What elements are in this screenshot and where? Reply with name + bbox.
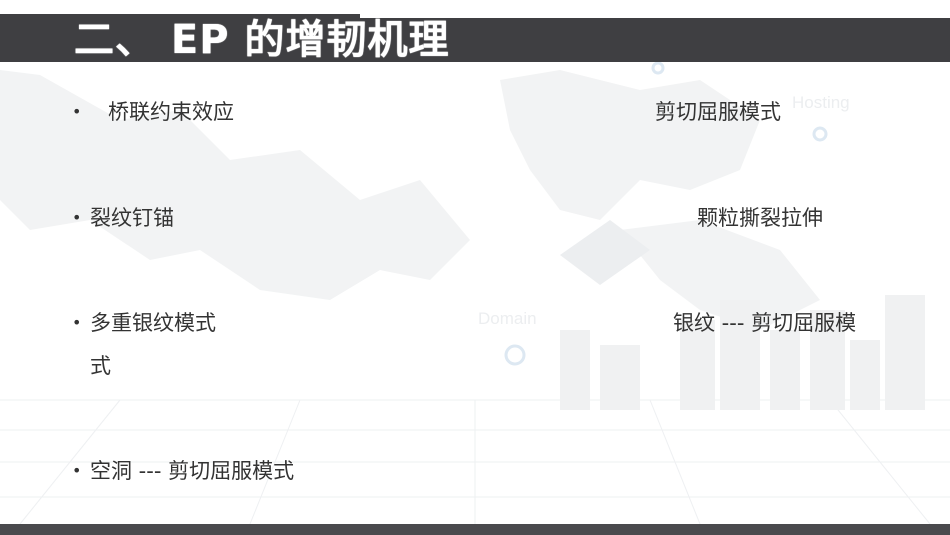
- right-item: 剪切屈服模式: [655, 100, 781, 124]
- background-word-domain: Domain: [478, 309, 537, 328]
- list-item: • 桥联约束效应: [72, 98, 234, 126]
- list-item-text: 多重银纹模式: [90, 311, 216, 335]
- right-item: 银纹 --- 剪切屈服模: [673, 311, 857, 335]
- footer-bar: [0, 524, 950, 535]
- right-item: 颗粒撕裂拉伸: [697, 206, 823, 230]
- bullet-icon: •: [72, 102, 82, 121]
- list-item: • 裂纹钉锚: [72, 204, 174, 232]
- background-word-hosting: Hosting: [792, 93, 850, 112]
- list-item: • 空洞 --- 剪切屈服模式: [72, 457, 294, 485]
- bullet-icon: •: [72, 208, 82, 227]
- list-item-text: 空洞 --- 剪切屈服模式: [90, 459, 295, 483]
- background-graphic: Domain Hosting: [0, 61, 950, 525]
- slide: { "slide": { "title": "二、 EP 的增韧机理", "le…: [0, 0, 950, 535]
- list-item-continuation: 式: [90, 354, 111, 378]
- bullet-icon: •: [72, 461, 82, 480]
- list-item: • 多重银纹模式: [72, 309, 216, 337]
- bullet-icon: •: [72, 313, 82, 332]
- slide-title: 二、 EP 的增韧机理: [74, 17, 450, 63]
- list-item-text: 桥联约束效应: [108, 100, 234, 124]
- list-item-text: 裂纹钉锚: [90, 206, 174, 230]
